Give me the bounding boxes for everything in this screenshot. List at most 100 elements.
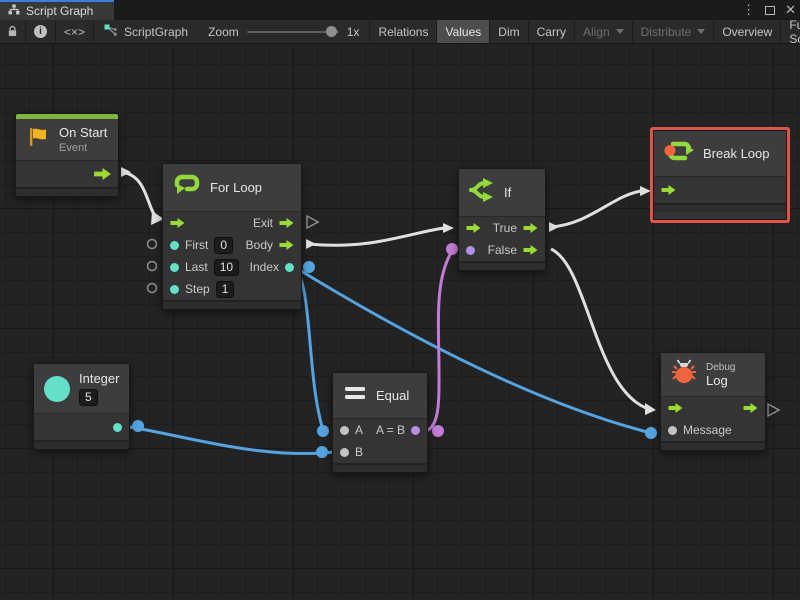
index-port-label: Index (250, 260, 279, 274)
first-value-input[interactable]: 0 (214, 237, 233, 254)
lock-button[interactable] (0, 20, 26, 43)
graph-hierarchy-icon (8, 4, 20, 18)
flag-icon (26, 125, 50, 154)
node-title: Equal (376, 388, 409, 403)
node-if[interactable]: If True False (458, 168, 546, 271)
script-graph-icon (104, 24, 118, 40)
last-value-input[interactable]: 10 (214, 259, 239, 276)
relations-button[interactable]: Relations (369, 20, 437, 43)
align-button[interactable]: Align (575, 20, 633, 43)
node-title: For Loop (210, 180, 262, 195)
step-port-label: Step (185, 282, 210, 296)
true-port-label: True (493, 221, 517, 235)
values-button[interactable]: Values (437, 20, 490, 43)
wire-false-to-debuglog (551, 249, 646, 408)
window-controls: ⋮ ✕ (742, 0, 796, 20)
caret-down-icon (616, 29, 624, 34)
integer-value-input[interactable]: 5 (79, 389, 98, 406)
node-integer[interactable]: Integer 5 (33, 363, 130, 450)
first-port-label: First (185, 238, 208, 252)
step-input-port[interactable] (170, 285, 179, 294)
zoom-value: 1x (347, 25, 360, 39)
tab-bar: Script Graph ⋮ ✕ (0, 0, 800, 20)
message-port-label: Message (683, 423, 732, 437)
zoom-slider-handle[interactable] (326, 26, 337, 37)
node-title: Log (706, 373, 735, 388)
graph-name-label: ScriptGraph (94, 20, 198, 43)
full-screen-button[interactable]: Full Screen (781, 20, 800, 43)
distribute-button[interactable]: Distribute (633, 20, 715, 43)
tab-script-graph[interactable]: Script Graph (0, 0, 114, 20)
graph-toolbar: i <×> ScriptGraph Zoom 1x Relations Valu… (0, 20, 800, 44)
result-port-label: A = B (376, 423, 405, 437)
exit-output-port[interactable] (279, 218, 294, 228)
node-footer (661, 441, 765, 450)
equals-icon (343, 385, 367, 406)
integer-output-port[interactable] (113, 423, 122, 432)
loop-icon (173, 171, 201, 204)
node-footer (654, 203, 786, 212)
first-input-port[interactable] (170, 241, 179, 250)
bug-icon (671, 358, 697, 391)
script-graph-window: Script Graph ⋮ ✕ i <×> ScriptGraph Zoom … (0, 0, 800, 600)
tab-title: Script Graph (26, 4, 93, 18)
true-output-port[interactable] (523, 223, 538, 233)
node-equal[interactable]: Equal A A = B B (332, 372, 428, 473)
break-loop-icon (664, 137, 694, 170)
condition-input-port[interactable] (466, 246, 475, 255)
last-port-label: Last (185, 260, 208, 274)
node-subtitle: Event (59, 142, 107, 154)
a-port-label: A (355, 423, 363, 437)
wire-true-to-breakloop (551, 191, 641, 227)
b-port-label: B (355, 445, 363, 459)
branch-icon (469, 177, 495, 208)
info-button[interactable]: i (26, 20, 56, 43)
flow-input-port[interactable] (668, 403, 683, 413)
false-output-port[interactable] (523, 245, 538, 255)
result-output-port[interactable] (411, 426, 420, 435)
integer-type-icon (44, 376, 70, 402)
node-for-loop[interactable]: For Loop Exit First 0 Body La (162, 163, 302, 310)
zoom-slider[interactable] (247, 31, 339, 33)
window-maximize-icon[interactable] (765, 6, 775, 15)
code-view-button[interactable]: <×> (56, 20, 94, 43)
window-menu-icon[interactable]: ⋮ (742, 0, 755, 20)
wire-body-to-if (309, 228, 444, 245)
body-output-port[interactable] (279, 240, 294, 250)
zoom-label: Zoom (208, 25, 239, 39)
lock-icon (8, 25, 17, 38)
wire-integer-to-equal-b (118, 425, 343, 454)
step-value-input[interactable]: 1 (216, 281, 235, 298)
index-output-port[interactable] (285, 263, 294, 272)
dim-button[interactable]: Dim (490, 20, 528, 43)
overview-button[interactable]: Overview (714, 20, 781, 43)
zoom-control: Zoom 1x (198, 20, 369, 43)
a-input-port[interactable] (340, 426, 349, 435)
last-input-port[interactable] (170, 263, 179, 272)
wire-onstart-to-forloop (122, 172, 155, 216)
body-port-label: Body (246, 238, 273, 252)
carry-button[interactable]: Carry (529, 20, 575, 43)
node-title: On Start (59, 125, 107, 140)
false-port-label: False (488, 243, 517, 257)
node-footer (333, 463, 427, 472)
node-footer (459, 261, 545, 270)
b-input-port[interactable] (340, 448, 349, 457)
caret-down-icon (697, 29, 705, 34)
flow-output-port[interactable] (743, 403, 758, 413)
code-icon: <×> (64, 25, 85, 39)
node-kicker: Debug (706, 362, 735, 373)
graph-canvas[interactable]: On Start Event For Loop (0, 44, 800, 600)
flow-input-port[interactable] (466, 223, 481, 233)
message-input-port[interactable] (668, 426, 677, 435)
flow-output-port[interactable] (94, 168, 111, 180)
node-break-loop[interactable]: Break Loop (653, 130, 787, 220)
node-footer (34, 440, 129, 449)
info-icon: i (34, 25, 47, 38)
selection-outline: Break Loop (650, 127, 790, 223)
node-on-start[interactable]: On Start Event (15, 113, 119, 197)
flow-input-port[interactable] (170, 218, 185, 228)
flow-input-port[interactable] (661, 185, 676, 195)
node-title: Break Loop (703, 146, 770, 161)
node-debug-log[interactable]: Debug Log Message (660, 352, 766, 451)
